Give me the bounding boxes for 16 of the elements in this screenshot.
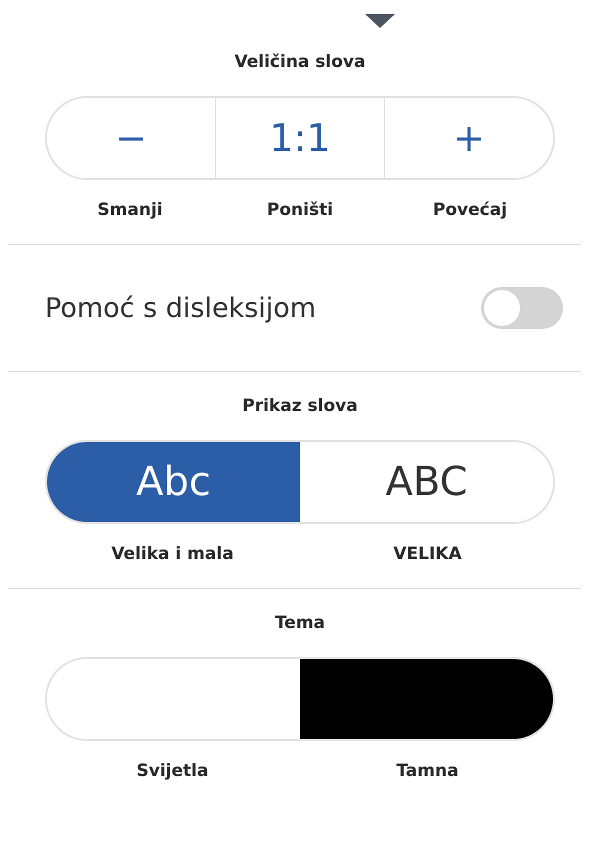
section-title: Tema <box>274 613 326 635</box>
letter-case-option[interactable]: Abc <box>47 442 300 522</box>
section-title: Prikaz slova <box>241 396 359 418</box>
option-label: Tamna <box>395 761 460 781</box>
option-label: VELIKA <box>392 544 463 564</box>
option-label: Smanji <box>96 200 164 220</box>
font-size-button[interactable]: − <box>47 98 216 178</box>
setting-label: Pomoć s disleksijom <box>45 292 316 324</box>
caret-icon <box>365 14 395 28</box>
option-label: Svijetla <box>136 761 210 781</box>
section-title: Veličina slova <box>234 52 366 74</box>
dyslexia-toggle[interactable] <box>481 287 563 329</box>
theme-swatch[interactable] <box>300 659 553 739</box>
option-label: Povećaj <box>432 200 508 220</box>
option-label: Velika i mala <box>110 544 235 564</box>
option-label: Poništi <box>266 200 334 220</box>
